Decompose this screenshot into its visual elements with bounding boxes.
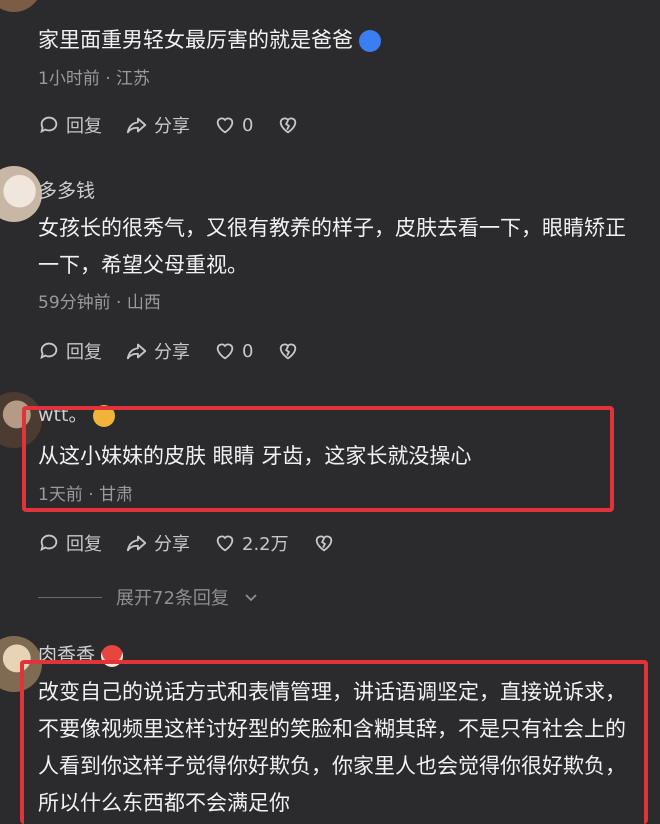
highlight-box — [20, 660, 648, 824]
highlight-box — [22, 406, 614, 512]
share-arrow-icon — [126, 535, 147, 552]
divider — [38, 596, 102, 598]
comment-text: 女孩长的很秀气，又很有教养的样子，皮肤去看一下，眼睛矫正一下，希望父母重视。 — [38, 216, 626, 277]
reply-button[interactable]: 回复 — [38, 530, 102, 556]
comment-meta: 1小时前 · 江苏 — [38, 69, 151, 89]
emoji-icon — [359, 30, 381, 52]
expand-replies-button[interactable]: 展开72条回复 — [38, 584, 259, 610]
broken-heart-icon — [280, 343, 297, 360]
heart-icon — [216, 535, 234, 552]
dislike-button[interactable] — [313, 532, 335, 554]
share-button[interactable]: 分享 — [126, 530, 190, 556]
reply-button[interactable]: 回复 — [38, 338, 102, 364]
broken-heart-icon — [280, 117, 297, 134]
avatar[interactable] — [0, 0, 42, 12]
dislike-button[interactable] — [277, 114, 299, 136]
avatar[interactable] — [0, 166, 42, 222]
share-arrow-icon — [126, 117, 147, 134]
comment-text: 家里面重男轻女最厉害的就是爸爸 — [38, 22, 628, 59]
comment-actions: 回复 分享 2.2万 — [38, 530, 335, 556]
broken-heart-icon — [315, 535, 332, 552]
username[interactable]: 多多钱 — [38, 176, 95, 203]
dislike-button[interactable] — [277, 340, 299, 362]
reply-button[interactable]: 回复 — [38, 112, 102, 138]
share-arrow-icon — [126, 343, 147, 360]
like-button[interactable]: 2.2万 — [214, 530, 289, 556]
comment-meta: 59分钟前 · 山西 — [38, 293, 161, 313]
heart-icon — [216, 117, 234, 134]
like-button[interactable]: 0 — [214, 114, 253, 136]
like-button[interactable]: 0 — [214, 340, 253, 362]
comment-bubble-icon — [40, 534, 58, 552]
comment-bubble-icon — [40, 116, 58, 134]
chevron-down-icon — [245, 594, 257, 602]
heart-icon — [216, 343, 234, 360]
comment-bubble-icon — [40, 342, 58, 360]
comment-actions: 回复 分享 0 — [38, 338, 299, 364]
share-button[interactable]: 分享 — [126, 112, 190, 138]
comment-actions: 回复 分享 0 — [38, 112, 299, 138]
share-button[interactable]: 分享 — [126, 338, 190, 364]
